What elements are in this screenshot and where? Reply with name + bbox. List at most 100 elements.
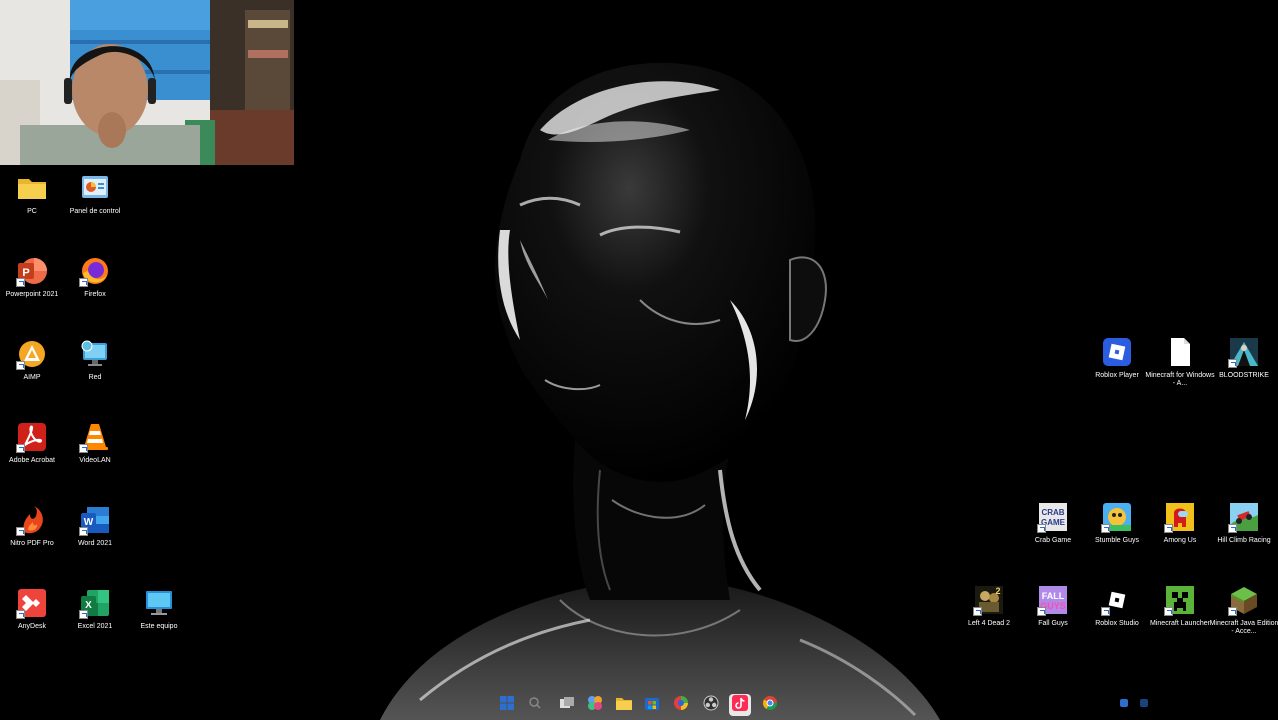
tiktok-icon — [732, 694, 748, 716]
desktop-icon-roblox-studio[interactable]: Roblox Studio — [1085, 584, 1149, 656]
search-icon — [529, 696, 541, 714]
store-button[interactable] — [641, 694, 663, 716]
desktop-icon-label: Minecraft Launcher — [1150, 620, 1210, 627]
desktop-icon-among-us[interactable]: Among Us — [1148, 501, 1212, 573]
desktop-icon-label: Minecraft Java Edition - Acce... — [1209, 620, 1278, 635]
desktop-icon-minecraft-launcher[interactable]: Minecraft Launcher — [1148, 584, 1212, 656]
desktop-icon-fall-guys[interactable]: FALL GUYS Fall Guys — [1021, 584, 1085, 656]
aimp-icon — [16, 338, 48, 370]
desktop-icon-anydesk[interactable]: AnyDesk — [0, 587, 64, 659]
desktop-icon-crab-game[interactable]: CRAB GAME Crab Game — [1021, 501, 1085, 573]
desktop-icon-label: AnyDesk — [17, 623, 46, 630]
chrome-icon — [762, 695, 778, 716]
desktop-icon-label: Excel 2021 — [77, 623, 113, 630]
desktop-icon-label: Left 4 Dead 2 — [967, 620, 1011, 627]
minecraft-launcher-icon — [1164, 584, 1196, 616]
widgets-button[interactable] — [584, 694, 606, 716]
desktop-icon-minecraft-java[interactable]: Minecraft Java Edition - Acce... — [1210, 584, 1278, 656]
desktop-icon-label: Among Us — [1163, 537, 1197, 544]
desktop-icon-left-4-dead[interactable]: 2 Left 4 Dead 2 — [957, 584, 1021, 656]
desktop-icon-label: Firefox — [84, 291, 106, 298]
desktop-icon-este-equipo[interactable]: Este equipo — [127, 587, 191, 659]
svg-text:2: 2 — [995, 586, 1000, 596]
desktop-icon-label: Roblox Player — [1095, 372, 1139, 379]
excel-icon: X — [79, 587, 111, 619]
desktop-icon-label: Adobe Acrobat — [9, 457, 55, 464]
file-explorer-button[interactable] — [613, 694, 635, 716]
desktop-icon-label: Minecraft for Windows - A... — [1145, 372, 1215, 387]
desktop-icon-adobe-acrobat[interactable]: Adobe Acrobat — [0, 421, 64, 493]
bloodstrike-icon — [1228, 336, 1260, 368]
obs-button[interactable] — [700, 694, 722, 716]
desktop-icon-powerpoint[interactable]: P Powerpoint 2021 — [0, 255, 64, 327]
tray-icon[interactable] — [1120, 699, 1128, 707]
among-us-icon — [1164, 501, 1196, 533]
tiktok-button[interactable] — [729, 694, 751, 716]
desktop-icon-label: VideoLAN — [79, 457, 111, 464]
desktop-icon-hill-climb[interactable]: Hill Climb Racing — [1212, 501, 1276, 573]
hill-climb-icon — [1228, 501, 1260, 533]
anydesk-icon — [16, 587, 48, 619]
svg-text:FALL: FALL — [1042, 591, 1065, 601]
minecraft-java-icon — [1228, 584, 1260, 616]
nitro-icon — [16, 504, 48, 536]
desktop-icon-label: Stumble Guys — [1095, 537, 1139, 544]
vlc-icon — [79, 421, 111, 453]
desktop-icon-firefox[interactable]: Firefox — [63, 255, 127, 327]
search-button[interactable] — [524, 694, 546, 716]
chrome-button[interactable] — [759, 694, 781, 716]
computer-icon — [143, 587, 175, 619]
webcam-overlay — [0, 0, 294, 165]
desktop-icon-nitro-pdf[interactable]: Nitro PDF Pro — [0, 504, 64, 576]
powerpoint-icon: P — [16, 255, 48, 287]
desktop-icon-label: Crab Game — [1034, 537, 1072, 544]
desktop-icon-aimp[interactable]: AIMP — [0, 338, 64, 410]
file-icon — [1164, 336, 1196, 368]
desktop-icon-label: Roblox Studio — [1095, 620, 1139, 627]
stumble-guys-icon — [1101, 501, 1133, 533]
taskbar — [0, 690, 1278, 720]
roblox-studio-icon — [1101, 584, 1133, 616]
desktop-icon-label: PC — [27, 208, 37, 215]
colorful-app-button[interactable] — [670, 694, 692, 716]
desktop-icon-pc[interactable]: PC — [0, 172, 64, 244]
desktop-icon-label: Este equipo — [140, 623, 178, 630]
task-view-icon — [560, 696, 574, 714]
obs-icon — [703, 695, 719, 716]
desktop-icon-label: Panel de control — [69, 208, 121, 215]
desktop-icon-red[interactable]: Red — [63, 338, 127, 410]
desktop-icon-word[interactable]: W Word 2021 — [63, 504, 127, 576]
folder-icon — [16, 172, 48, 204]
desktop-icon-label: Hill Climb Racing — [1217, 537, 1271, 544]
desktop-icon-label: Fall Guys — [1038, 620, 1068, 627]
desktop-icon-label: Powerpoint 2021 — [5, 291, 59, 298]
colorful-app-icon — [673, 695, 689, 716]
desktop-icon-stumble-guys[interactable]: Stumble Guys — [1085, 501, 1149, 573]
desktop-icon-excel[interactable]: X Excel 2021 — [63, 587, 127, 659]
word-icon: W — [79, 504, 111, 536]
desktop-icon-label: Nitro PDF Pro — [10, 540, 54, 547]
network-icon — [79, 338, 111, 370]
control-panel-icon — [79, 172, 111, 204]
desktop-icon-label: AIMP — [23, 374, 41, 381]
desktop-icon-bloodstrike[interactable]: BLOODSTRIKE — [1212, 336, 1276, 408]
desktop-icon-videolan[interactable]: VideoLAN — [63, 421, 127, 493]
start-button[interactable] — [496, 694, 518, 716]
store-icon — [644, 695, 660, 716]
desktop-icon-roblox-player[interactable]: Roblox Player — [1085, 336, 1149, 408]
tray-icon[interactable] — [1140, 699, 1148, 707]
file-explorer-icon — [616, 696, 632, 715]
desktop-icon-label: Red — [88, 374, 102, 381]
desktop-icon-panel-de-control[interactable]: Panel de control — [63, 172, 127, 244]
desktop-icon-minecraft-windows[interactable]: Minecraft for Windows - A... — [1145, 336, 1215, 408]
left4dead-icon: 2 — [973, 584, 1005, 616]
task-view-button[interactable] — [556, 694, 578, 716]
system-tray — [1120, 699, 1148, 707]
desktop-icon-label: Word 2021 — [77, 540, 113, 547]
roblox-icon — [1101, 336, 1133, 368]
fall-guys-icon: FALL GUYS — [1037, 584, 1069, 616]
firefox-icon — [79, 255, 111, 287]
acrobat-icon — [16, 421, 48, 453]
widgets-icon — [587, 695, 603, 716]
desktop-icon-label: BLOODSTRIKE — [1219, 372, 1269, 379]
